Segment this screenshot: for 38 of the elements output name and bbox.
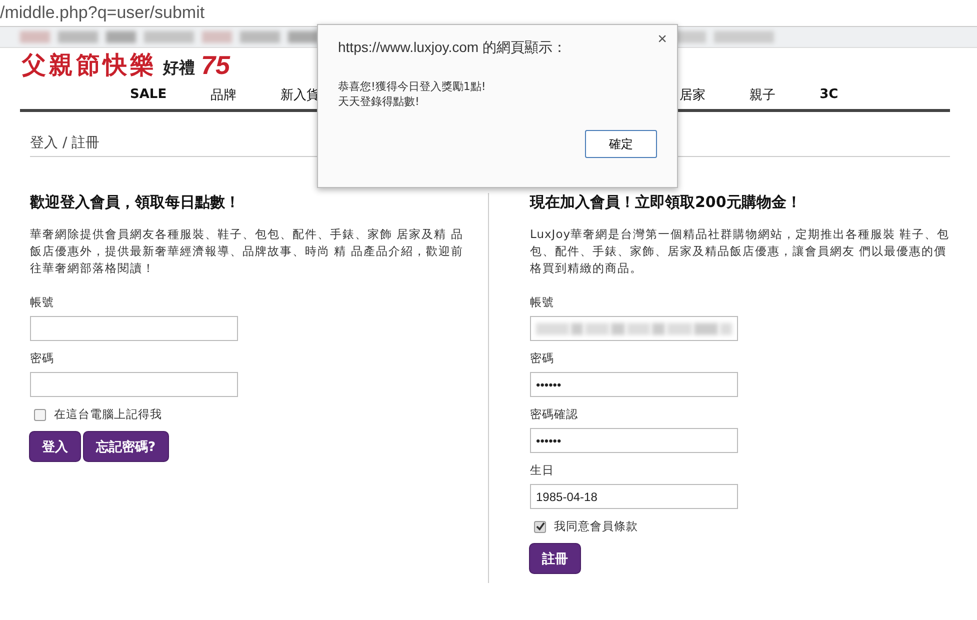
ok-button[interactable]: 確定 [585,130,657,158]
banner-headline: 父親節快樂 [22,50,157,80]
nav-link[interactable]: 親子 [750,86,776,104]
input-field[interactable]: •••••• [530,428,738,453]
login-intro: 華奢網除提供會員網友各種服裝、鞋子、包包、配件、手錶、家飾 居家及精 品飯店優惠外，提供最新奢華經濟報導、品牌故事、時尚 精 品產品介紹，歡迎前往華奢網部落格閱讀！ [30,226,464,277]
checkbox[interactable] [534,520,546,532]
url-text[interactable]: /middle.php?q=user/submit [0,3,205,23]
banner-discount: 75 [201,50,230,80]
field-label: 密碼 [530,351,555,366]
input-field[interactable]: 1985-04-18 [530,484,738,509]
input-field[interactable] [30,316,238,341]
register-intro: LuxJoy華奢網是台灣第一個精品社群購物網站，定期推出各種服裝 鞋子、包包、配件、手錶、家飾、居家及精品飯店優惠，讓會員網友 們以最優惠的價格買到精緻的商品。 [530,226,951,277]
login-button[interactable]: 登入 [30,432,80,461]
forgot-password-button[interactable]: 忘記密碼? [84,432,168,461]
nav-link[interactable]: 品牌 [210,86,237,104]
breadcrumb: 登入 / 註冊 [30,135,100,151]
register-title: 現在加入會員！立即領取200元購物金！ [530,193,802,212]
field-label: 密碼 [30,351,55,366]
field-label: 帳號 [30,295,55,310]
field-label: 密碼確認 [530,407,579,422]
dialog-message: 天天登錄得點數! [338,94,420,109]
nav-link[interactable]: 3C [820,87,838,102]
input-field[interactable]: •••••• [530,372,738,397]
register-button[interactable]: 註冊 [530,544,580,573]
dialog-title: https://www.luxjoy.com 的網頁顯示： [338,39,568,57]
close-button[interactable]: × [658,31,667,49]
login-title: 歡迎登入會員，領取每日點數！ [30,193,241,212]
checkbox[interactable] [34,408,46,420]
checkbox-label: 在這台電腦上記得我 [54,407,162,422]
nav-link[interactable]: SALE [130,87,167,102]
nav-link[interactable]: 居家 [680,86,706,104]
dialog-message: 恭喜您!獲得今日登入獎勵1點! [338,79,487,94]
input-field[interactable] [530,316,738,341]
input-field[interactable] [30,372,238,397]
field-label: 生日 [530,463,555,478]
banner-text: 好禮 [163,57,195,79]
field-label: 帳號 [530,295,555,310]
checkbox-label: 我同意會員條款 [554,519,638,534]
